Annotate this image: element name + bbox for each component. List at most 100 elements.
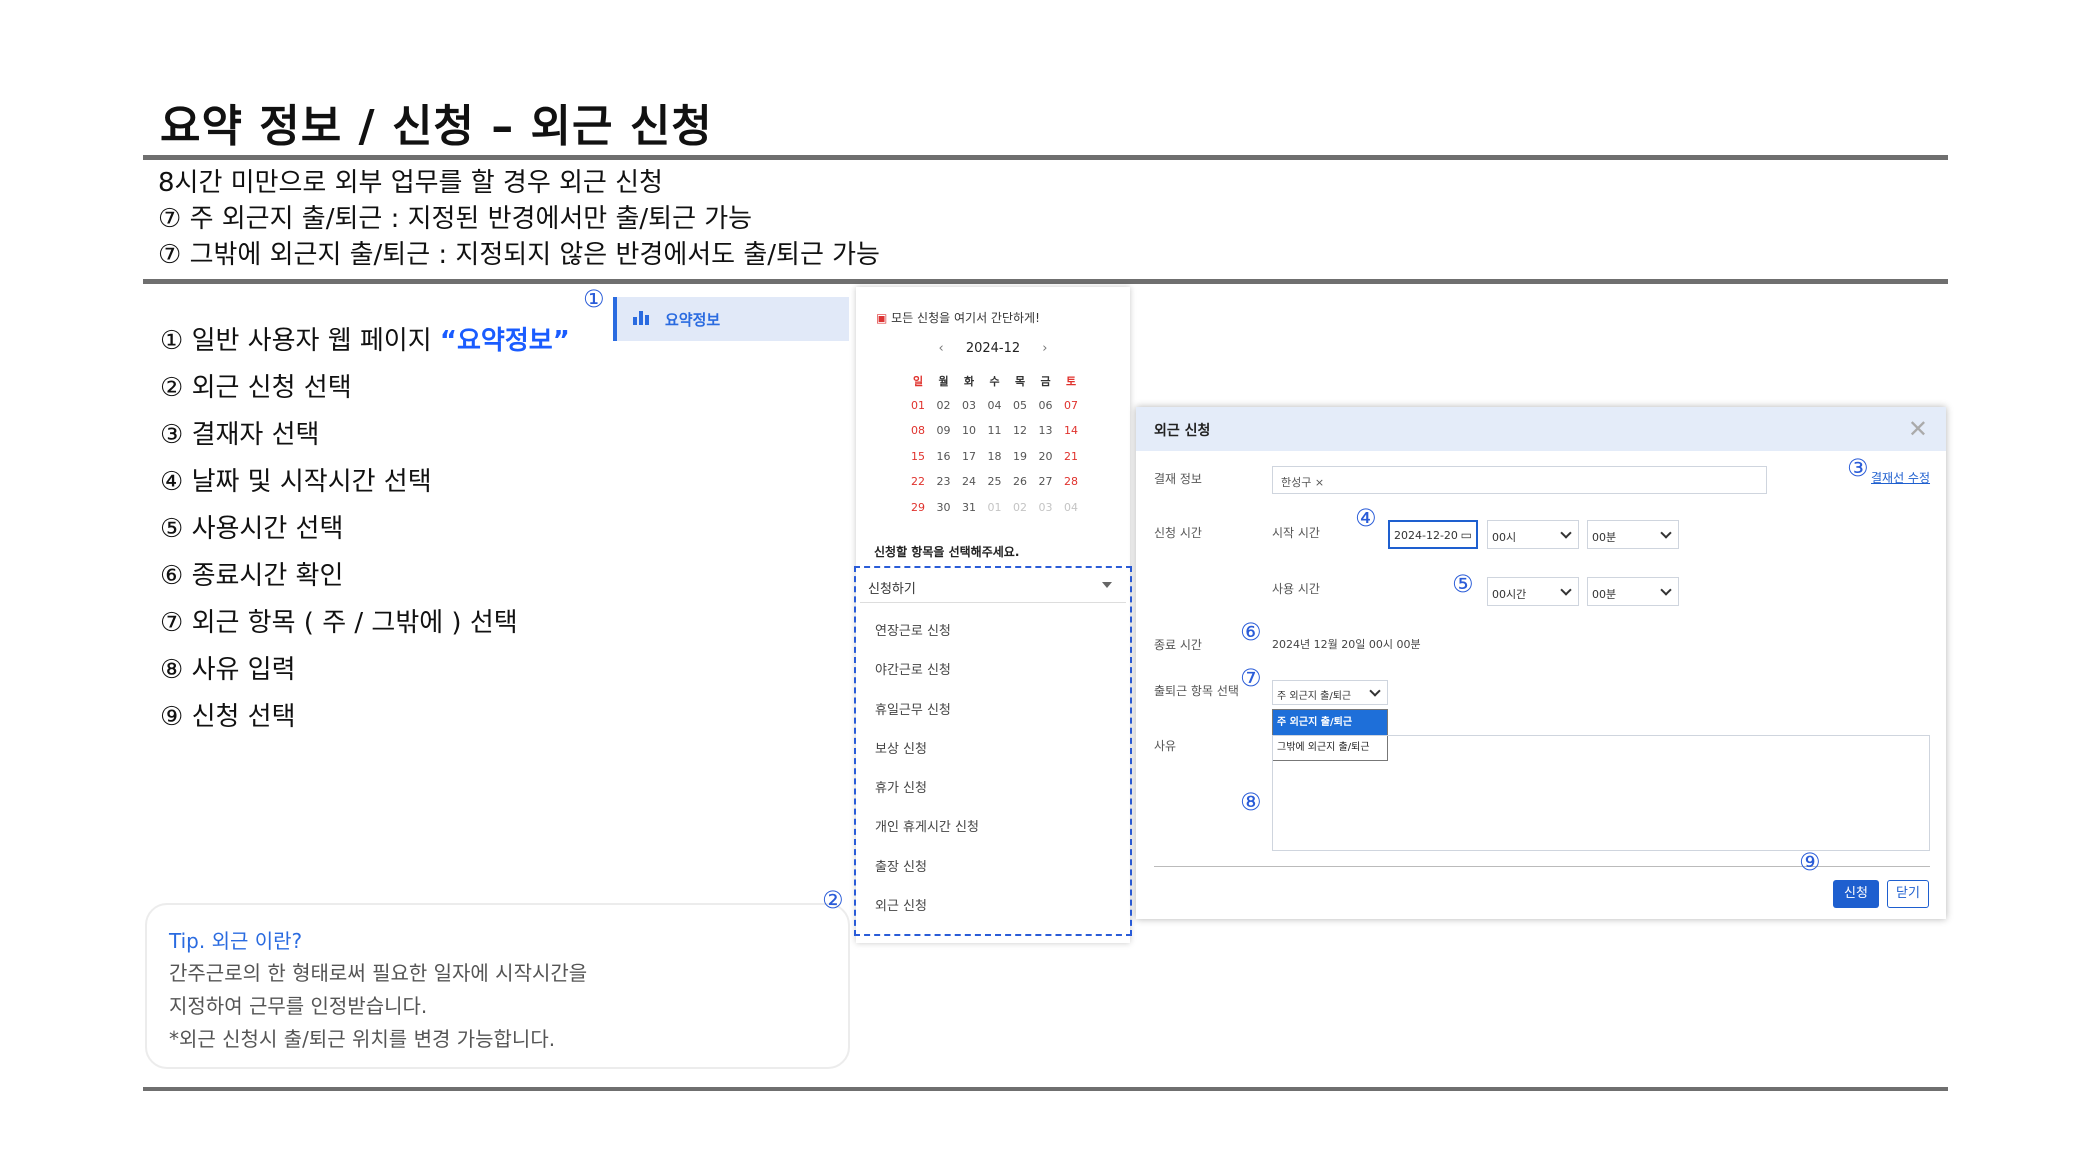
tip-line-3: *외근 신청시 출/퇴근 위치를 변경 가능합니다. [169,1027,556,1051]
month-label: 2024-12 [965,341,1021,356]
calendar-day[interactable]: 07 [1059,399,1083,412]
calendar-day[interactable]: 22 [906,475,930,488]
chevron-down-icon [1660,584,1672,596]
calendar-day[interactable]: 12 [1008,424,1032,437]
approver-field[interactable]: 한성구 × [1272,466,1767,494]
dialog-header [1136,407,1946,451]
request-time-label: 신청 시간 [1154,526,1202,540]
item-option-main[interactable]: 주 외근지 출/퇴근 [1273,710,1387,735]
step-1: ① 일반 사용자 웹 페이지 “요약정보” [160,318,570,365]
approver-label: 결재 정보 [1154,472,1202,486]
use-time-label: 사용 시간 [1272,582,1320,596]
calendar-day[interactable]: 24 [957,475,981,488]
tip-line-2: 지정하여 근무를 인정받습니다. [169,994,428,1018]
calendar-day[interactable]: 25 [983,475,1007,488]
weekday-label: 화 [963,375,975,388]
item-select[interactable]: 주 외근지 출/퇴근 [1272,680,1388,705]
calendar-day[interactable]: 05 [1008,399,1032,412]
description-line-1: 8시간 미만으로 외부 업무를 할 경우 외근 신청 [158,168,663,198]
weekday-label: 목 [1014,375,1026,388]
reason-textarea[interactable] [1272,735,1930,851]
close-icon[interactable]: ✕ [1908,415,1928,443]
month-nav: ‹ 2024-12 › [856,341,1130,356]
calendar-day[interactable]: 15 [906,450,930,463]
step-5: ⑤ 사용시간 선택 [160,514,344,544]
prev-month-button[interactable]: ‹ [938,341,943,356]
tip-box: Tip. 외근 이란? 간주근로의 한 형태로써 필요한 일자에 시작시간을 지… [145,903,850,1069]
calendar-day[interactable]: 11 [983,424,1007,437]
calendar-day[interactable]: 08 [906,424,930,437]
start-hour-select[interactable]: 00시 [1487,520,1579,549]
calendar-day[interactable]: 23 [932,475,956,488]
panel-header: ▣ 모든 신청을 여기서 간단하게! [876,309,1040,326]
calendar-day[interactable]: 03 [957,399,981,412]
marker-1: ① [583,285,605,313]
divider [143,279,1948,284]
calendar-day[interactable]: 31 [957,501,981,514]
step-9: ⑨ 신청 선택 [160,702,296,732]
calendar-day[interactable]: 02 [932,399,956,412]
calendar-day[interactable]: 27 [1034,475,1058,488]
step-8: ⑧ 사유 입력 [160,655,296,685]
item-select-value: 주 외근지 출/퇴근 [1277,691,1352,702]
highlight-box [854,566,1132,936]
marker-6: ⑥ [1240,618,1262,646]
end-time-value: 2024년 12월 20일 00시 00분 [1272,638,1421,651]
submit-button[interactable]: 신청 [1833,880,1879,908]
calendar-day[interactable]: 06 [1034,399,1058,412]
weekday-label: 수 [989,375,1000,388]
item-select-label: 출퇴근 항목 선택 [1154,684,1239,698]
calendar-day[interactable]: 21 [1059,450,1083,463]
description-line-2: ⑦ 주 외근지 출/퇴근 : 지정된 반경에서만 출/퇴근 가능 [158,204,753,234]
start-date-value: 2024-12-20 [1394,529,1458,542]
description-line-3: ⑦ 그밖에 외근지 출/퇴근 : 지정되지 않은 반경에서도 출/퇴근 가능 [158,240,880,270]
tip-line-1: 간주근로의 한 형태로써 필요한 일자에 시작시간을 [169,961,588,985]
calendar-day[interactable]: 01 [983,501,1007,514]
sidebar-item-label: 요약정보 [665,311,721,329]
calendar-day[interactable]: 04 [1059,501,1083,514]
marker-9: ⑨ [1799,848,1821,876]
calendar-day[interactable]: 29 [906,501,930,514]
calendar-day[interactable]: 04 [983,399,1007,412]
calendar-day[interactable]: 02 [1008,501,1032,514]
next-month-button[interactable]: › [1042,341,1047,356]
reason-label: 사유 [1154,739,1177,753]
use-minute-value: 00분 [1592,588,1617,601]
marker-7: ⑦ [1240,664,1262,692]
start-hour-value: 00시 [1492,531,1517,544]
marker-8: ⑧ [1240,788,1262,816]
start-minute-select[interactable]: 00분 [1587,520,1679,549]
step-1-highlight: “요약정보” [439,326,570,356]
step-6: ⑥ 종료시간 확인 [160,561,344,591]
step-4: ④ 날짜 및 시작시간 선택 [160,467,432,497]
calendar-day[interactable]: 20 [1034,450,1058,463]
calendar-day[interactable]: 19 [1008,450,1032,463]
approver-chip[interactable]: 한성구 × [1281,474,1324,490]
sidebar-item-summary[interactable]: 요약정보 [613,297,849,341]
start-date-input[interactable]: 2024-12-20 ▭ [1388,520,1478,549]
calendar-day[interactable]: 26 [1008,475,1032,488]
calendar-day[interactable]: 09 [932,424,956,437]
use-minute-select[interactable]: 00분 [1587,577,1679,606]
step-1-text: ① 일반 사용자 웹 페이지 [160,326,440,356]
calendar-day[interactable]: 16 [932,450,956,463]
calendar-day[interactable]: 17 [957,450,981,463]
close-button[interactable]: 닫기 [1887,880,1929,908]
calendar-day[interactable]: 03 [1034,501,1058,514]
calendar-day[interactable]: 01 [906,399,930,412]
use-hour-select[interactable]: 00시간 [1487,577,1579,606]
chevron-down-icon [1369,685,1381,697]
divider [143,1087,1948,1091]
edit-approver-link[interactable]: 결재선 수정 [1871,469,1930,486]
calendar-day[interactable]: 28 [1059,475,1083,488]
calendar-day[interactable]: 14 [1059,424,1083,437]
calendar-day[interactable]: 10 [957,424,981,437]
calendar-icon: ▭ [1460,528,1472,542]
marker-5: ⑤ [1452,570,1474,598]
calendar-day[interactable]: 30 [932,501,956,514]
calendar-day[interactable]: 18 [983,450,1007,463]
page-title: 요약 정보 / 신청 – 외근 신청 [160,101,713,152]
bar-chart-icon [633,309,651,325]
calendar-day[interactable]: 13 [1034,424,1058,437]
step-list: ① 일반 사용자 웹 페이지 “요약정보” ② 외근 신청 선택 ③ 결재자 선… [160,318,570,741]
